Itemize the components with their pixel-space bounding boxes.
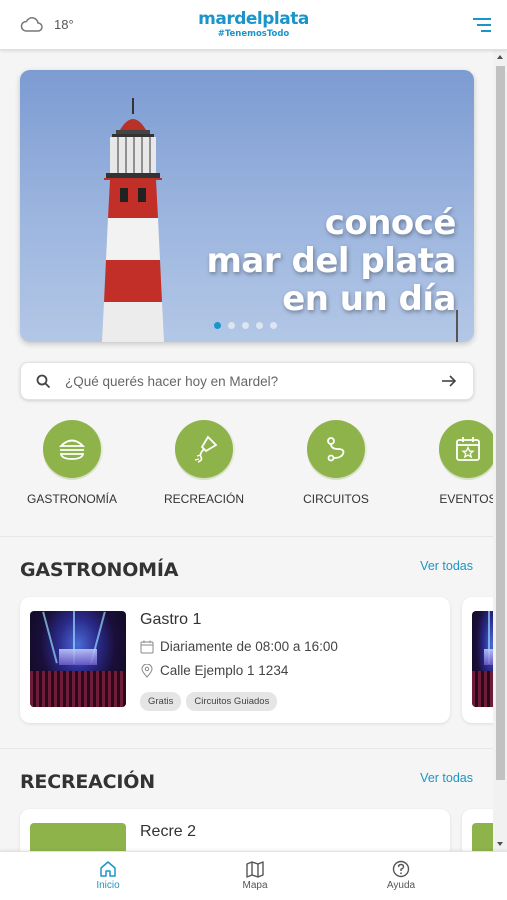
help-icon: [392, 860, 410, 878]
nav-label: Inicio: [96, 880, 120, 891]
card-image: [472, 823, 493, 851]
scrollbar-thumb[interactable]: [496, 66, 505, 780]
kite-icon: [194, 435, 218, 463]
card-image: [472, 611, 493, 707]
place-card[interactable]: Gastro 1 Diariamente de 08:00 a 16:00 Ca…: [20, 597, 450, 723]
category-circle: [43, 420, 101, 478]
section-gastronomia: GASTRONOMÍA Ver todas Gastro 1 Diariamen…: [0, 536, 493, 748]
card-title: Gastro 1: [140, 611, 202, 628]
place-card[interactable]: Recre 2: [20, 809, 450, 851]
scroll-down-icon[interactable]: [497, 842, 503, 846]
category-eventos[interactable]: EVENTOS: [403, 420, 493, 506]
arrow-right-icon[interactable]: [441, 374, 457, 388]
calendar-icon: [456, 437, 480, 461]
temperature: 18°: [54, 16, 74, 32]
nav-home[interactable]: Inicio: [73, 860, 143, 891]
category-label: CIRCUITOS: [303, 492, 369, 506]
place-card-next[interactable]: [462, 809, 493, 851]
main-content: conocé mar del plata en un día ¿Qué quer…: [0, 50, 493, 851]
section-title: RECREACIÓN: [20, 771, 155, 793]
cloud-icon: [20, 17, 43, 32]
see-all-link[interactable]: Ver todas: [420, 771, 473, 785]
nav-label: Ayuda: [386, 880, 416, 891]
category-gastronomia[interactable]: GASTRONOMÍA: [7, 420, 137, 506]
category-circle: [307, 420, 365, 478]
category-list: GASTRONOMÍA RECREACIÓN CIRCUITOS EVENTOS: [0, 420, 493, 515]
nav-label: Mapa: [242, 880, 268, 891]
carousel-dots: [214, 322, 277, 329]
card-schedule: Diariamente de 08:00 a 16:00: [140, 639, 338, 654]
tag-chip: Circuitos Guiados: [186, 692, 278, 711]
hero-title-line: mar del plata: [206, 241, 457, 281]
see-all-link[interactable]: Ver todas: [420, 559, 473, 573]
scrollbar[interactable]: [493, 50, 507, 851]
nav-help[interactable]: Ayuda: [366, 860, 436, 891]
section-header: GASTRONOMÍA Ver todas: [20, 555, 473, 585]
route-icon: [327, 437, 345, 462]
card-address: Calle Ejemplo 1 1234: [140, 663, 288, 678]
carousel-dot[interactable]: [270, 322, 277, 329]
section-header: RECREACIÓN Ver todas: [20, 767, 473, 797]
carousel-dot[interactable]: [242, 322, 249, 329]
carousel-dot[interactable]: [214, 322, 221, 329]
card-image: [30, 823, 126, 851]
tag-chip: Gratis: [140, 692, 182, 711]
card-image: [30, 611, 126, 707]
section-title: GASTRONOMÍA: [20, 559, 179, 581]
hamburger-icon[interactable]: [473, 18, 491, 32]
app-header: 18° mardelplata #TenemosTodo: [0, 0, 507, 50]
card-tags: Gratis Circuitos Guiados: [140, 692, 278, 711]
section-recreacion: RECREACIÓN Ver todas Recre 2: [0, 748, 493, 851]
category-circuitos[interactable]: CIRCUITOS: [271, 420, 401, 506]
weather-widget: 18°: [20, 14, 74, 34]
burger-icon: [58, 439, 86, 460]
hero-title: conocé mar del plata en un día: [207, 204, 457, 318]
brand-logo[interactable]: mardelplata #TenemosTodo: [198, 11, 309, 39]
place-card-next[interactable]: [462, 597, 493, 723]
home-icon: [100, 861, 116, 877]
scroll-up-icon[interactable]: [497, 55, 503, 59]
hero-title-line: en un día: [282, 279, 456, 319]
calendar-icon: [140, 640, 154, 653]
category-label: EVENTOS: [439, 492, 493, 506]
card-schedule-text: Diariamente de 08:00 a 16:00: [160, 639, 338, 654]
hero-banner[interactable]: conocé mar del plata en un día: [20, 70, 474, 342]
search-input[interactable]: [65, 363, 425, 399]
search-bar: [20, 362, 474, 400]
bottom-nav: Inicio Mapa Ayuda: [0, 851, 507, 900]
category-circle: [175, 420, 233, 478]
brand-tagline: #TenemosTodo: [217, 29, 290, 39]
card-address-text: Calle Ejemplo 1 1234: [160, 663, 289, 678]
search-icon: [36, 374, 51, 389]
brand-name: mardelplata: [198, 9, 309, 29]
carousel-dot[interactable]: [256, 322, 263, 329]
category-label: GASTRONOMÍA: [26, 492, 117, 506]
location-pin-icon: [141, 663, 153, 678]
map-icon: [246, 861, 264, 878]
category-label: RECREACIÓN: [163, 492, 244, 506]
card-title: Recre 2: [140, 823, 197, 840]
category-recreacion[interactable]: RECREACIÓN: [139, 420, 269, 506]
nav-map[interactable]: Mapa: [220, 860, 290, 891]
carousel-dot[interactable]: [228, 322, 235, 329]
category-circle: [439, 420, 493, 478]
hero-title-line: conocé: [324, 203, 457, 243]
